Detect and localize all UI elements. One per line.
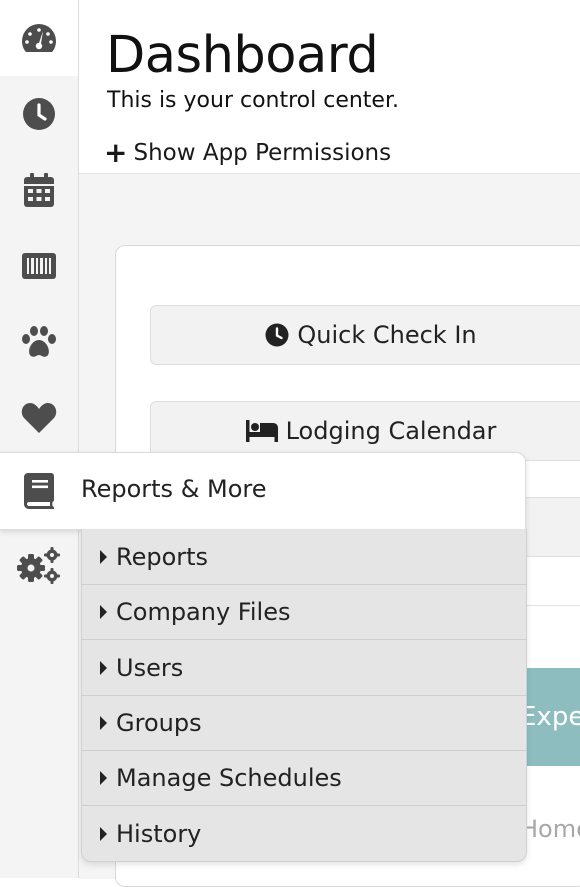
menu-item-label: History: [116, 819, 202, 848]
menu-item-company-files[interactable]: Company Files: [82, 584, 526, 640]
page-title: Dashboard: [106, 26, 379, 85]
gears-icon: [17, 547, 60, 584]
sidebar-item-clock[interactable]: [0, 76, 78, 152]
menu-item-label: Reports: [116, 542, 209, 571]
menu-item-groups[interactable]: Groups: [82, 695, 526, 751]
show-app-permissions-link[interactable]: + Show App Permissions: [104, 136, 392, 169]
home-link[interactable]: Home: [520, 815, 580, 843]
menu-item-history[interactable]: History: [82, 806, 526, 861]
expenses-button[interactable]: Expe: [520, 668, 580, 766]
caret-right-icon: [100, 660, 107, 675]
menu-item-reports[interactable]: Reports: [82, 529, 526, 585]
caret-right-icon: [100, 549, 107, 564]
heart-icon: [21, 403, 57, 433]
paw-icon: [22, 326, 56, 357]
tachometer-icon: [22, 24, 56, 52]
reports-menu-header[interactable]: Reports & More: [0, 452, 526, 530]
reports-menu-title: Reports & More: [81, 475, 267, 503]
lodging-calendar-label: Lodging Calendar: [285, 417, 497, 445]
quick-check-in-button[interactable]: Quick Check In: [150, 305, 580, 365]
caret-right-icon: [100, 715, 107, 730]
barcode-icon: [22, 253, 56, 279]
menu-item-manage-schedules[interactable]: Manage Schedules: [82, 750, 526, 806]
menu-item-label: Groups: [116, 708, 202, 737]
menu-item-label: Users: [116, 653, 184, 682]
caret-right-icon: [100, 604, 107, 619]
expenses-button-label: Expe: [520, 702, 580, 732]
sidebar-item-dashboard[interactable]: [0, 0, 78, 76]
caret-right-icon: [100, 826, 107, 841]
bed-icon: [245, 420, 278, 442]
sidebar-item-heart[interactable]: [0, 380, 78, 456]
clock-icon: [23, 98, 55, 130]
menu-item-label: Manage Schedules: [116, 763, 342, 792]
divider: [527, 605, 580, 606]
reports-submenu: Reports Company Files Users Groups Manag…: [81, 529, 527, 862]
sidebar: [0, 0, 79, 878]
page-subtitle: This is your control center.: [107, 88, 399, 113]
sidebar-item-calendar[interactable]: [0, 152, 78, 228]
calendar-icon: [24, 173, 54, 207]
sidebar-item-pets[interactable]: [0, 304, 78, 380]
sidebar-item-barcode[interactable]: [0, 228, 78, 304]
menu-item-label: Company Files: [116, 597, 291, 626]
plus-icon: +: [104, 136, 128, 169]
show-app-permissions-label: Show App Permissions: [133, 140, 392, 166]
menu-item-users[interactable]: Users: [82, 640, 526, 696]
clock-icon: [265, 323, 289, 347]
quick-check-in-label: Quick Check In: [297, 321, 477, 349]
book-icon: [24, 473, 54, 509]
caret-right-icon: [100, 770, 107, 785]
sidebar-item-reports[interactable]: [0, 453, 78, 529]
sidebar-item-settings[interactable]: [0, 528, 78, 604]
